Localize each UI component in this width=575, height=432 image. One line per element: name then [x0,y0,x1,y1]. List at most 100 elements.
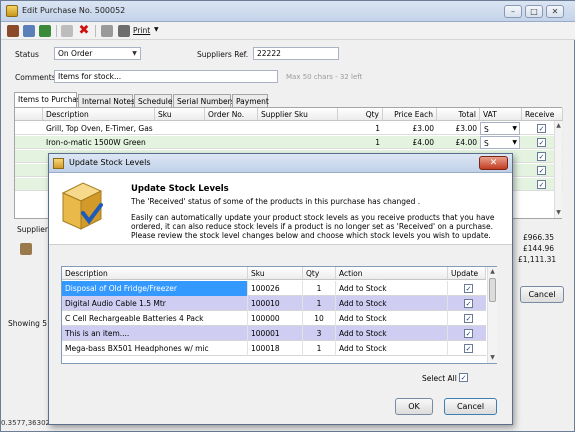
print-preview-icon[interactable] [101,25,113,37]
tab-items-to-purchase[interactable]: Items to Purchase [14,92,85,107]
grid-header-order-no[interactable]: Order No. [205,108,258,121]
update-checkbox[interactable]: ✓ [464,329,473,338]
receive-checkbox[interactable]: ✓ [537,138,546,147]
item-sku: 100018 [248,341,303,356]
table-row[interactable]: Grill, Top Oven, E-Timer, Gas 1 £3.00 £3… [15,122,563,135]
item-description: C Cell Rechargeable Batteries 4 Pack [62,311,248,326]
printer-icon[interactable] [118,25,130,37]
maximize-button[interactable]: □ [525,5,543,18]
grid-header-receive[interactable]: Receive [522,108,563,121]
grid-header-description[interactable]: Description [43,108,155,121]
scroll-down-icon[interactable]: ▼ [555,208,562,218]
list-item[interactable]: Mega-bass BX501 Headphones w/ mic 100018… [62,341,486,356]
select-all-checkbox[interactable]: ✓ [459,373,468,382]
close-button[interactable]: ✕ [546,5,564,18]
scroll-up-icon[interactable]: ▲ [488,267,497,277]
total-net: £966.35 [523,233,555,242]
update-checkbox[interactable]: ✓ [464,344,473,353]
item-action: Add to Stock [336,341,448,356]
tab-schedule[interactable]: Schedule [134,94,172,107]
save-icon[interactable] [7,25,19,37]
comments-field[interactable]: Items for stock... [54,70,278,83]
comments-label: Comments [15,73,56,82]
grid-scrollbar[interactable]: ▲ ▼ [554,121,562,218]
tab-internal-notes[interactable]: Internal Notes [78,94,135,107]
tab-payment[interactable]: Payment [232,94,269,107]
comment-icon[interactable] [61,25,73,37]
grid-header-vat[interactable]: VAT [480,108,522,121]
dialog-body-text: Easily can automatically update your pro… [131,213,495,240]
receive-checkbox[interactable]: ✓ [537,152,546,161]
copy-icon[interactable] [23,25,35,37]
status-label: Status [15,50,39,59]
update-checkbox[interactable]: ✓ [464,284,473,293]
dialog-header: Update Stock Levels The 'Received' statu… [49,173,512,245]
add-icon[interactable] [39,25,51,37]
scroll-thumb[interactable] [489,278,496,302]
list-header-qty[interactable]: Qty [303,267,336,280]
minimize-button[interactable]: – [504,5,522,18]
cancel-button[interactable]: Cancel [520,286,564,303]
window-title: Edit Purchase No. 500052 [22,6,126,15]
list-item[interactable]: Digital Audio Cable 1.5 Mtr 100010 1 Add… [62,296,486,311]
grid-header-total[interactable]: Total [437,108,480,121]
item-sku: 100001 [248,326,303,341]
list-scrollbar[interactable]: ▲ ▼ [487,267,497,363]
coords-readout: 0.3577,36302 [1,419,50,427]
chevron-down-icon: ▼ [132,50,137,57]
item-action: Add to Stock [336,326,448,341]
table-row[interactable]: Iron-o-matic 1500W Green 1 £4.00 £4.00 S… [15,136,563,149]
item-qty: 10 [303,311,336,326]
scroll-up-icon[interactable]: ▲ [555,121,562,131]
item-sku: 100026 [248,281,303,296]
list-header-action[interactable]: Action [336,267,448,280]
delete-icon[interactable]: ✖ [78,24,90,37]
update-checkbox[interactable]: ✓ [464,314,473,323]
print-dropdown-icon[interactable]: ▼ [154,26,159,33]
title-bar: Edit Purchase No. 500052 – □ ✕ [1,1,575,22]
item-action: Add to Stock [336,296,448,311]
dialog-close-button[interactable]: ✕ [479,156,508,170]
status-value: On Order [58,49,93,58]
receive-checkbox[interactable]: ✓ [537,166,546,175]
app-icon [6,5,18,17]
chevron-down-icon: ▼ [512,125,517,132]
dialog-title-bar: Update Stock Levels ✕ [49,154,512,173]
status-combo[interactable]: On Order ▼ [54,47,141,60]
ok-button[interactable]: OK [395,398,433,415]
suppliers-ref-field[interactable]: 22222 [253,47,339,60]
vat-combo[interactable]: S ▼ [480,136,520,149]
row-qty: 1 [375,124,380,133]
update-checkbox[interactable]: ✓ [464,299,473,308]
item-action: Add to Stock [336,311,448,326]
edit-purchase-window: Edit Purchase No. 500052 – □ ✕ ✖ Print ▼… [0,0,575,432]
item-description: Digital Audio Cable 1.5 Mtr [62,296,248,311]
item-sku: 100010 [248,296,303,311]
comments-hint: Max 50 chars - 32 left [286,73,363,81]
list-item[interactable]: Disposal of Old Fridge/Freezer 100026 1 … [62,281,486,296]
grid-header-sku[interactable]: Sku [155,108,205,121]
grid-header-price-each[interactable]: Price Each [383,108,437,121]
tab-serial-numbers[interactable]: Serial Numbers [173,94,235,107]
list-item[interactable]: This is an item.... 100001 3 Add to Stoc… [62,326,486,341]
select-all-label: Select All [422,374,457,383]
grid-header-qty[interactable]: Qty [338,108,383,121]
receive-checkbox[interactable]: ✓ [537,124,546,133]
item-qty: 1 [303,281,336,296]
scroll-down-icon[interactable]: ▼ [488,353,497,363]
list-header-description[interactable]: Description [62,267,248,280]
toolbar: ✖ Print ▼ [1,22,575,40]
list-header-sku[interactable]: Sku [248,267,303,280]
print-menu-label[interactable]: Print [133,26,150,35]
list-header-update[interactable]: Update [448,267,486,280]
item-description: Disposal of Old Fridge/Freezer [62,281,248,296]
chevron-down-icon: ▼ [512,139,517,146]
list-item[interactable]: C Cell Rechargeable Batteries 4 Pack 100… [62,311,486,326]
dialog-cancel-button[interactable]: Cancel [444,398,497,415]
vat-value: S [484,139,489,148]
supplier-icon[interactable] [20,243,32,255]
row-total: £3.00 [455,124,477,133]
receive-checkbox[interactable]: ✓ [537,180,546,189]
grid-header-supplier-sku[interactable]: Supplier Sku [258,108,338,121]
vat-combo[interactable]: S ▼ [480,122,520,135]
